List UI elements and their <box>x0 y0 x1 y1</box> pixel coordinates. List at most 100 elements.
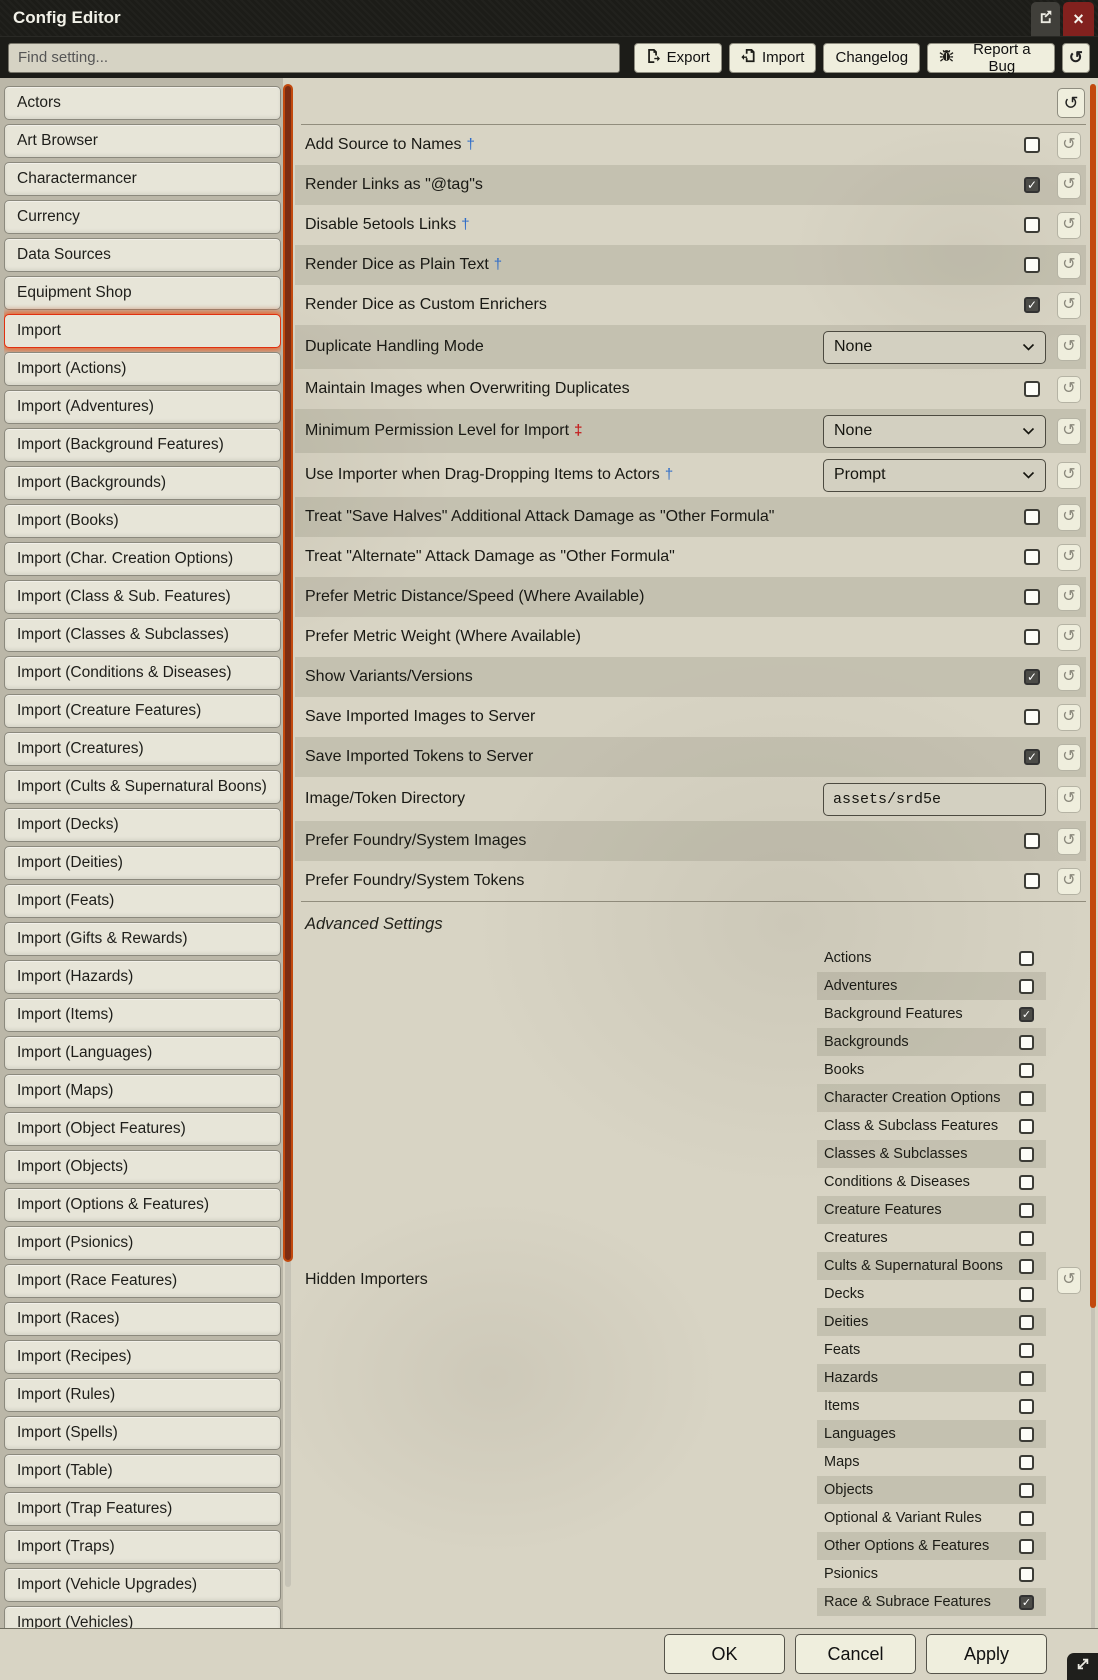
row-reset-button[interactable]: ↺ <box>1057 292 1081 319</box>
sidebar-scrollbar-thumb[interactable] <box>283 84 293 1262</box>
checkbox[interactable] <box>1019 1175 1034 1190</box>
checkbox[interactable] <box>1024 381 1040 397</box>
sidebar-item-actors[interactable]: Actors <box>4 86 281 120</box>
sidebar-item-import-rules[interactable]: Import (Rules) <box>4 1378 281 1412</box>
row-reset-button[interactable]: ↺ <box>1057 744 1081 771</box>
checkbox[interactable] <box>1019 1371 1034 1386</box>
sidebar-item-import-classes-subclasses[interactable]: Import (Classes & Subclasses) <box>4 618 281 652</box>
sidebar-item-import-adventures[interactable]: Import (Adventures) <box>4 390 281 424</box>
sidebar-item-import-creature-features[interactable]: Import (Creature Features) <box>4 694 281 728</box>
sidebar-item-import-race-features[interactable]: Import (Race Features) <box>4 1264 281 1298</box>
sidebar-item-import-deities[interactable]: Import (Deities) <box>4 846 281 880</box>
sidebar-item-import-vehicles[interactable]: Import (Vehicles) <box>4 1606 281 1628</box>
checkbox[interactable] <box>1024 509 1040 525</box>
sidebar-item-import-traps[interactable]: Import (Traps) <box>4 1530 281 1564</box>
popout-button[interactable] <box>1031 2 1060 36</box>
resize-handle[interactable] <box>1067 1653 1098 1680</box>
checkbox[interactable] <box>1019 1287 1034 1302</box>
sidebar-item-import-vehicle-upgrades[interactable]: Import (Vehicle Upgrades) <box>4 1568 281 1602</box>
close-button[interactable]: × <box>1063 2 1094 36</box>
sidebar-item-import-options-features[interactable]: Import (Options & Features) <box>4 1188 281 1222</box>
export-button[interactable]: Export <box>634 43 722 73</box>
row-reset-button[interactable]: ↺ <box>1057 624 1081 651</box>
sidebar-item-import[interactable]: Import <box>4 314 281 348</box>
checkbox[interactable] <box>1024 589 1040 605</box>
checkbox[interactable]: ✓ <box>1024 297 1040 313</box>
checkbox[interactable] <box>1024 549 1040 565</box>
sidebar-item-import-psionics[interactable]: Import (Psionics) <box>4 1226 281 1260</box>
sidebar-item-import-char-creation-options[interactable]: Import (Char. Creation Options) <box>4 542 281 576</box>
sidebar-item-import-conditions-diseases[interactable]: Import (Conditions & Diseases) <box>4 656 281 690</box>
checkbox[interactable] <box>1024 873 1040 889</box>
row-reset-button[interactable]: ↺ <box>1057 504 1081 531</box>
checkbox[interactable] <box>1024 257 1040 273</box>
cancel-button[interactable]: Cancel <box>795 1634 916 1674</box>
checkbox[interactable] <box>1019 951 1034 966</box>
row-reset-button[interactable]: ↺ <box>1057 664 1081 691</box>
sidebar-item-import-maps[interactable]: Import (Maps) <box>4 1074 281 1108</box>
main-scrollbar-thumb[interactable] <box>1090 84 1096 1308</box>
sidebar-item-import-class-sub-features[interactable]: Import (Class & Sub. Features) <box>4 580 281 614</box>
row-reset-button[interactable]: ↺ <box>1057 172 1081 199</box>
sidebar-item-import-feats[interactable]: Import (Feats) <box>4 884 281 918</box>
row-reset-button[interactable]: ↺ <box>1057 786 1081 813</box>
checkbox[interactable] <box>1019 1511 1034 1526</box>
checkbox[interactable] <box>1019 1203 1034 1218</box>
toolbar-reset-button[interactable]: ↺ <box>1062 43 1090 73</box>
checkbox[interactable] <box>1019 979 1034 994</box>
sidebar-item-equipment-shop[interactable]: Equipment Shop <box>4 276 281 310</box>
sidebar-item-import-background-features[interactable]: Import (Background Features) <box>4 428 281 462</box>
sidebar-item-import-trap-features[interactable]: Import (Trap Features) <box>4 1492 281 1526</box>
sidebar-item-import-hazards[interactable]: Import (Hazards) <box>4 960 281 994</box>
sidebar-item-import-races[interactable]: Import (Races) <box>4 1302 281 1336</box>
row-reset-button[interactable]: ↺ <box>1057 212 1081 239</box>
row-reset-button[interactable]: ↺ <box>1057 584 1081 611</box>
import-button[interactable]: Import <box>729 43 817 73</box>
checkbox[interactable] <box>1019 1119 1034 1134</box>
section-reset-button[interactable]: ↺ <box>1057 88 1085 118</box>
row-reset-button[interactable]: ↺ <box>1057 376 1081 403</box>
sidebar-item-import-recipes[interactable]: Import (Recipes) <box>4 1340 281 1374</box>
row-reset-button[interactable]: ↺ <box>1057 334 1081 361</box>
checkbox[interactable] <box>1024 137 1040 153</box>
checkbox[interactable]: ✓ <box>1024 177 1040 193</box>
checkbox[interactable] <box>1024 833 1040 849</box>
sidebar-item-currency[interactable]: Currency <box>4 200 281 234</box>
checkbox[interactable] <box>1024 629 1040 645</box>
checkbox[interactable] <box>1019 1567 1034 1582</box>
row-reset-button[interactable]: ↺ <box>1057 868 1081 895</box>
changelog-button[interactable]: Changelog <box>823 43 920 73</box>
row-reset-button[interactable]: ↺ <box>1057 418 1081 445</box>
sidebar-item-data-sources[interactable]: Data Sources <box>4 238 281 272</box>
sidebar-item-import-languages[interactable]: Import (Languages) <box>4 1036 281 1070</box>
sidebar-item-import-decks[interactable]: Import (Decks) <box>4 808 281 842</box>
checkbox[interactable] <box>1019 1063 1034 1078</box>
checkbox[interactable]: ✓ <box>1024 669 1040 685</box>
search-input[interactable] <box>8 43 620 73</box>
sidebar-item-import-actions[interactable]: Import (Actions) <box>4 352 281 386</box>
checkbox[interactable] <box>1019 1147 1034 1162</box>
sidebar-item-import-creatures[interactable]: Import (Creatures) <box>4 732 281 766</box>
sidebar-item-import-items[interactable]: Import (Items) <box>4 998 281 1032</box>
checkbox[interactable] <box>1019 1427 1034 1442</box>
checkbox[interactable] <box>1019 1539 1034 1554</box>
text-input-image-token-directory[interactable] <box>823 783 1046 816</box>
checkbox[interactable]: ✓ <box>1024 749 1040 765</box>
checkbox[interactable] <box>1019 1343 1034 1358</box>
apply-button[interactable]: Apply <box>926 1634 1047 1674</box>
checkbox[interactable] <box>1019 1399 1034 1414</box>
sidebar-item-import-table[interactable]: Import (Table) <box>4 1454 281 1488</box>
select-duplicate-handling-mode[interactable]: None <box>823 331 1046 364</box>
checkbox[interactable]: ✓ <box>1019 1007 1034 1022</box>
sidebar-item-import-backgrounds[interactable]: Import (Backgrounds) <box>4 466 281 500</box>
checkbox[interactable] <box>1024 709 1040 725</box>
checkbox[interactable] <box>1019 1315 1034 1330</box>
checkbox[interactable] <box>1019 1455 1034 1470</box>
checkbox[interactable] <box>1024 217 1040 233</box>
row-reset-button[interactable]: ↺ <box>1057 132 1081 159</box>
checkbox[interactable] <box>1019 1091 1034 1106</box>
sidebar-item-charactermancer[interactable]: Charactermancer <box>4 162 281 196</box>
row-reset-button[interactable]: ↺ <box>1057 462 1081 489</box>
window-titlebar[interactable]: Config Editor × <box>0 0 1098 36</box>
select-minimum-permission-level-for-import[interactable]: None <box>823 415 1046 448</box>
